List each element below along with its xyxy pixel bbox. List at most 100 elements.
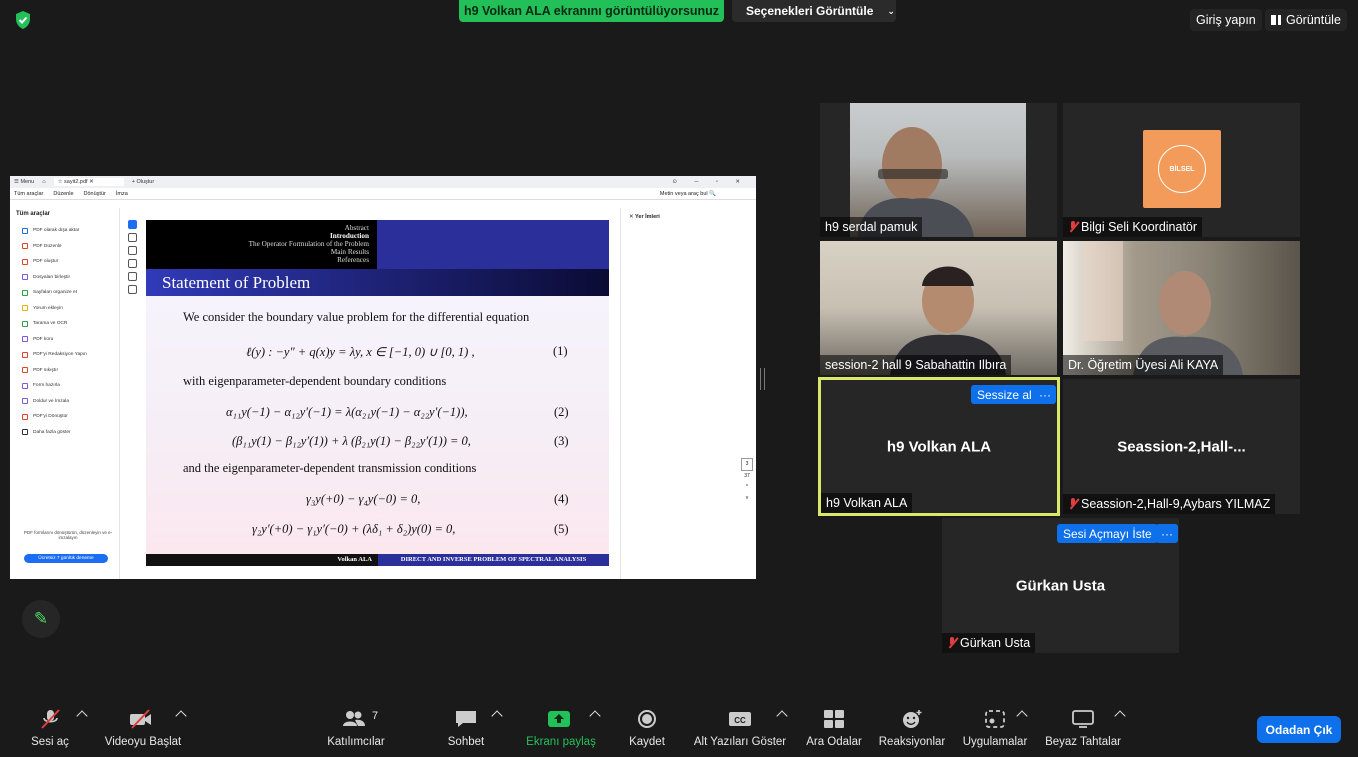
pdf-doc-tab[interactable]: ☆ sayit2.pdf ✕ (53, 178, 124, 186)
home-icon[interactable]: ⌂ (42, 179, 45, 185)
tool-redact[interactable]: PDF'yi Redaksiyon Yapın (10, 347, 119, 363)
mic-muted-icon (41, 709, 60, 729)
panel-resize-handle[interactable] (760, 368, 765, 390)
tool-protect[interactable]: PDF koru (10, 332, 119, 348)
view-options-button[interactable]: Seçenekleri Görüntüle ⌄ (732, 0, 896, 22)
chat-button[interactable]: Sohbet (441, 700, 491, 757)
chat-options-caret[interactable] (491, 710, 503, 722)
participant-tile-seassion2[interactable]: Seassion-2,Hall-... Seassion-2,Hall-9,Ay… (1063, 379, 1300, 514)
tool-compress[interactable]: PDF sıkıştır (10, 363, 119, 379)
bilgi-seli-logo: BİLSEL (1143, 130, 1221, 208)
page-indicator: 3 37 ^ v (741, 458, 753, 518)
share-screen-button[interactable]: Ekranı paylaş (523, 700, 599, 757)
participant-name-label: h9 serdal pamuk (820, 217, 923, 237)
tool-create[interactable]: PDF oluştur (10, 254, 119, 270)
apps-button[interactable]: Uygulamalar (958, 700, 1032, 757)
slide-footer-author: Volkan ALA (146, 554, 378, 566)
zoom-meeting-window: h9 Volkan ALA ekranını görüntülüyorsunuz… (0, 0, 1358, 757)
tool-more[interactable]: Daha fazla göster (10, 425, 119, 441)
equation-4: γ₃y(+0) − γ₄y(−0) = 0, (306, 492, 421, 506)
pdf-bookmarks-panel: ✕ Yer İmleri 3 37 ^ v (620, 208, 756, 579)
pdf-menu-convert[interactable]: Dönüştür (84, 191, 106, 197)
pdf-new-tab[interactable]: + Oluştur (132, 179, 154, 185)
participant-tile-volkan-active[interactable]: h9 Volkan ALA Sessize al ··· h9 Volkan A… (818, 377, 1060, 516)
participant-tile-serdal[interactable]: h9 serdal pamuk (820, 103, 1057, 237)
whiteboards-button[interactable]: Beyaz Tahtalar (1042, 700, 1124, 757)
slide-title: Statement of Problem (146, 269, 609, 296)
participant-name: Gürkan Usta (960, 636, 1031, 650)
tool-form[interactable]: Form hazırla (10, 378, 119, 394)
mute-participant-button[interactable]: Sessize al (971, 385, 1038, 404)
tool-convert[interactable]: PDF'yi Dönüştür (10, 409, 119, 425)
pdf-quick-tools (126, 220, 140, 320)
mic-muted-icon (947, 637, 957, 649)
participant-name-label: Bilgi Seli Koordinatör (1063, 217, 1203, 237)
pdf-menu-button[interactable]: ☰ Menu (14, 179, 34, 185)
breakout-rooms-button[interactable]: Ara Odalar (802, 700, 866, 757)
organize-icon (22, 289, 28, 296)
highlight-tool-icon[interactable] (128, 259, 137, 268)
ask-unmute-button[interactable]: Sesi Açmayı İste (1057, 524, 1158, 543)
tool-label: PDF oluştur (33, 259, 59, 265)
start-video-button[interactable]: Videoyu Başlat (98, 700, 188, 757)
window-controls[interactable]: ⊙ ─ ▫ ✕ (672, 179, 756, 185)
security-shield-icon[interactable] (14, 10, 32, 30)
tool-edit[interactable]: PDF Düzenle (10, 239, 119, 255)
tool-export[interactable]: PDF olarak dışa aktar (10, 223, 119, 239)
whiteboard-icon (1072, 710, 1094, 728)
participants-button[interactable]: 7 Katılımcılar (318, 700, 394, 757)
pdf-menu-edit[interactable]: Düzenle (53, 191, 73, 197)
tool-label: Dosyaları birleştir (33, 274, 71, 280)
record-button[interactable]: Kaydet (624, 700, 670, 757)
unmute-button[interactable]: Sesi aç (28, 700, 72, 757)
pdf-menu-all-tools[interactable]: Tüm araçlar (14, 191, 43, 197)
equation-3-number: (3) (554, 434, 569, 448)
captions-button[interactable]: CC Alt Yazıları Göster (690, 700, 790, 757)
pdf-search-placeholder: Metin veya araç bul (659, 190, 708, 197)
text-tool-icon[interactable] (128, 272, 137, 281)
pdf-search[interactable]: Metin veya araç bul 🔍 (660, 191, 756, 197)
draw-tool-icon[interactable] (128, 246, 137, 255)
leave-meeting-button[interactable]: Odadan Çık (1257, 716, 1341, 743)
pdf-menu-sign[interactable]: İmza (116, 191, 128, 197)
page-current[interactable]: 3 (741, 458, 753, 471)
pdf-tools-panel: Tüm araçlar PDF olarak dışa aktar PDF Dü… (10, 208, 120, 579)
tool-organize[interactable]: Sayfaları organize et (10, 285, 119, 301)
participant-tile-session2[interactable]: session-2 hall 9 Sabahattin Ilbıra (820, 241, 1057, 375)
tool-label: Sayfaları organize et (33, 290, 77, 296)
equation-5-number: (5) (554, 522, 569, 536)
tool-ocr[interactable]: Tarama ve OCR (10, 316, 119, 332)
tool-combine[interactable]: Dosyaları birleştir (10, 270, 119, 286)
participant-name-label: Dr. Öğretim Üyesi Ali KAYA (1063, 355, 1224, 375)
apps-label: Uygulamalar (962, 736, 1028, 748)
more-options-button[interactable]: ··· (1156, 524, 1178, 543)
participant-tile-bilgi[interactable]: BİLSEL Bilgi Seli Koordinatör (1063, 103, 1300, 237)
participant-tile-gurkan[interactable]: Gürkan Usta Sesi Açmayı İste ··· Gürkan … (942, 518, 1179, 653)
form-icon (22, 382, 28, 389)
tool-fill-sign[interactable]: Doldur ve İmzala (10, 394, 119, 410)
slide-footer-title: DIRECT AND INVERSE PROBLEM OF SPECTRAL A… (378, 554, 609, 566)
login-button[interactable]: Giriş yapın (1190, 9, 1262, 31)
chevron-up-icon[interactable]: ^ (741, 482, 753, 493)
stamp-tool-icon[interactable] (128, 285, 137, 294)
annotate-pencil-icon[interactable]: ✎ (22, 600, 60, 638)
view-layout-button[interactable]: Görüntüle (1265, 9, 1347, 31)
tool-label: Doldur ve İmzala (33, 398, 69, 404)
bookmarks-title: Yer İmleri (635, 214, 660, 220)
more-options-button[interactable]: ··· (1034, 385, 1056, 404)
edit-pdf-icon (22, 243, 28, 250)
comment-tool-icon[interactable] (128, 233, 137, 242)
chevron-down-icon[interactable]: v (741, 493, 753, 504)
free-trial-button[interactable]: Ücretsiz 7 günlük deneme (24, 554, 108, 563)
participant-tile-ali[interactable]: Dr. Öğretim Üyesi Ali KAYA (1063, 241, 1300, 375)
protect-icon (22, 336, 28, 343)
slide-intro-text: We consider the boundary value problem f… (183, 310, 530, 324)
combine-icon (22, 274, 28, 281)
audio-options-caret[interactable] (76, 710, 88, 722)
tool-label: PDF Düzenle (33, 243, 62, 249)
tool-comment[interactable]: Yorum ekleyin (10, 301, 119, 317)
nav-operator: The Operator Formulation of the Problem (248, 240, 369, 248)
tool-label: PDF'yi Redaksiyon Yapın (33, 352, 87, 358)
reactions-button[interactable]: Reaksiyonlar (876, 700, 948, 757)
select-cursor-icon[interactable] (128, 220, 137, 229)
